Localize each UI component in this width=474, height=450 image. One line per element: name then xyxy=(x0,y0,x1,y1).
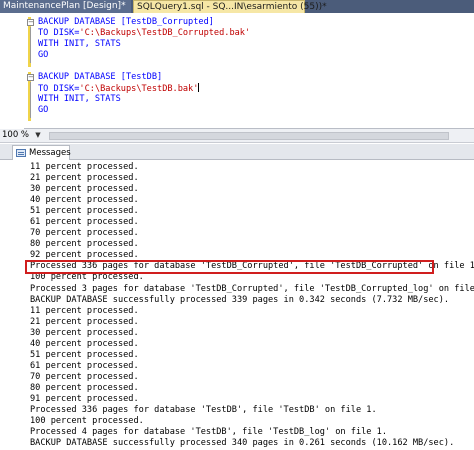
message-line: 30 percent processed. xyxy=(30,184,139,195)
code-string: 'C:\Backups\TestDB_Corrupted.bak' xyxy=(79,28,251,38)
code-line: GO xyxy=(38,50,48,61)
code-string: 'C:\Backups\TestDB.bak' xyxy=(79,84,199,94)
message-line: Processed 4 pages for database 'TestDB',… xyxy=(30,427,387,438)
message-line: 70 percent processed. xyxy=(30,371,139,382)
tab-sql-query[interactable]: SQLQuery1.sql - SQ...IN\esarmiento (55))… xyxy=(133,0,327,13)
code-keyword: WITH INIT, STATS xyxy=(38,94,121,104)
code-line: WITH INIT, STATS xyxy=(38,39,121,50)
outline-bracket xyxy=(30,82,31,118)
code-keyword: TO DISK= xyxy=(38,28,80,38)
message-line: 61 percent processed. xyxy=(30,217,139,228)
message-line: 70 percent processed. xyxy=(30,228,139,239)
editor-margin xyxy=(0,13,24,129)
message-line: 51 percent processed. xyxy=(30,349,139,360)
code-keyword: WITH INIT, STATS xyxy=(38,39,121,49)
code-line: BACKUP DATABASE [TestDB] xyxy=(38,72,162,83)
message-line: 80 percent processed. xyxy=(30,382,139,393)
editor-status-bar: 100 % ▼ xyxy=(0,129,474,143)
horizontal-scrollbar[interactable] xyxy=(49,132,449,140)
tab-maintenance-plan[interactable]: MaintenancePlan [Design]* xyxy=(0,0,131,13)
message-line: 100 percent processed. xyxy=(30,272,144,283)
message-line: 91 percent processed. xyxy=(30,393,139,404)
code-keyword: TO DISK= xyxy=(38,84,80,94)
message-line: 21 percent processed. xyxy=(30,173,139,184)
zoom-level[interactable]: 100 % xyxy=(2,130,29,141)
message-line: 40 percent processed. xyxy=(30,338,139,349)
collapse-icon[interactable]: − xyxy=(27,19,34,26)
outline-bracket xyxy=(30,27,31,63)
code-line: GO xyxy=(38,105,48,116)
code-keyword: GO xyxy=(38,50,49,60)
text-caret xyxy=(198,83,200,92)
message-line: 40 percent processed. xyxy=(30,195,139,206)
message-line: BACKUP DATABASE successfully processed 3… xyxy=(30,438,455,449)
message-line: 11 percent processed. xyxy=(30,162,139,172)
message-line: 21 percent processed. xyxy=(30,316,139,327)
message-line: 11 percent processed. xyxy=(30,305,139,316)
query-editor[interactable]: − − BACKUP DATABASE [TestDB_Corrupted] T… xyxy=(0,13,474,129)
code-line: BACKUP DATABASE [TestDB_Corrupted] xyxy=(38,17,214,28)
tab-messages[interactable]: Messages xyxy=(12,145,71,160)
message-line: 51 percent processed. xyxy=(30,206,139,217)
code-line: WITH INIT, STATS xyxy=(38,94,121,105)
messages-icon xyxy=(16,149,26,157)
message-line: Processed 3 pages for database 'TestDB_C… xyxy=(30,283,474,294)
message-line: 30 percent processed. xyxy=(30,327,139,338)
tab-messages-label: Messages xyxy=(29,148,71,158)
code-keyword: GO xyxy=(38,105,49,115)
collapse-icon[interactable]: − xyxy=(27,74,34,81)
message-line: 80 percent processed. xyxy=(30,239,139,250)
highlight-box xyxy=(25,260,434,274)
chevron-down-icon[interactable]: ▼ xyxy=(33,130,43,141)
message-line: 61 percent processed. xyxy=(30,360,139,371)
code-line: TO DISK='C:\Backups\TestDB_Corrupted.bak… xyxy=(38,28,250,39)
message-line: BACKUP DATABASE successfully processed 3… xyxy=(30,294,450,305)
results-tab-bar: Messages xyxy=(0,144,474,160)
messages-panel[interactable]: 11 percent processed. 21 percent processe… xyxy=(0,161,474,450)
code-statement: BACKUP DATABASE [TestDB_Corrupted] xyxy=(38,17,214,27)
message-line: 100 percent processed. xyxy=(30,416,144,427)
code-statement: BACKUP DATABASE [TestDB] xyxy=(38,72,163,82)
message-list: 11 percent processed. 21 percent processe… xyxy=(30,162,474,449)
message-line: Processed 336 pages for database 'TestDB… xyxy=(30,405,377,416)
document-tab-strip: MaintenancePlan [Design]* SQLQuery1.sql … xyxy=(0,0,474,13)
